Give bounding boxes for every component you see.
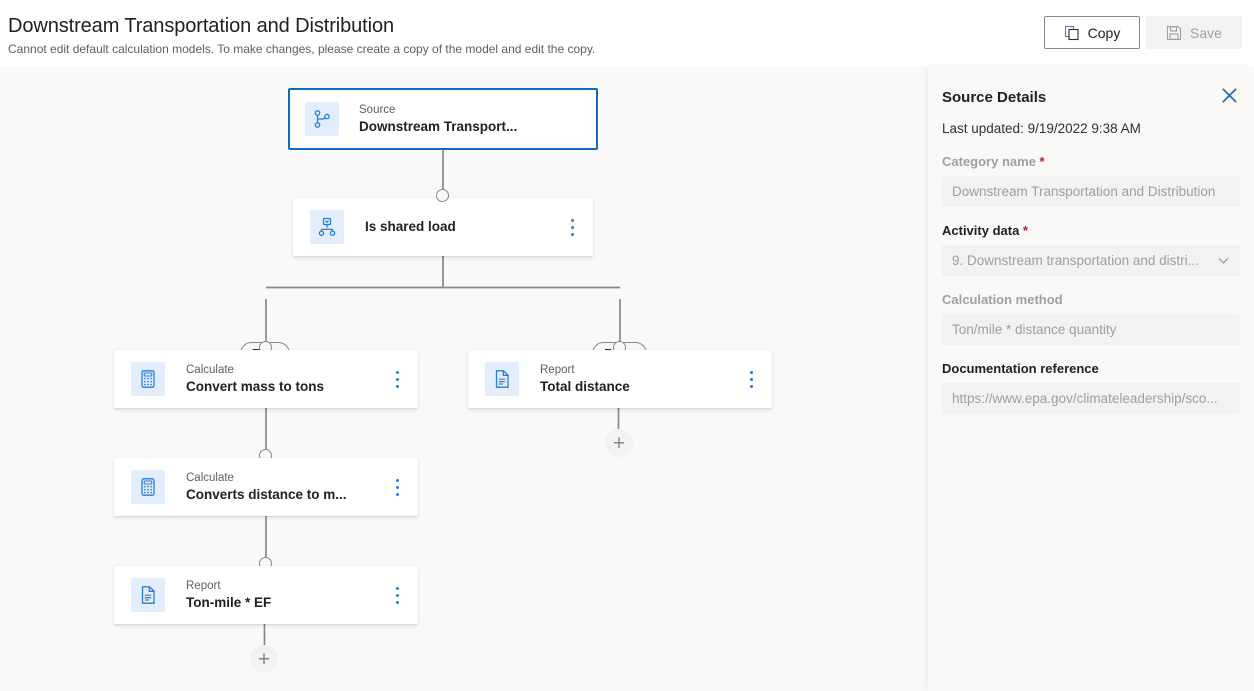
node-total-distance-type: Report bbox=[540, 363, 575, 376]
category-name-input[interactable]: Downstream Transportation and Distributi… bbox=[942, 176, 1240, 207]
calculation-method-value: Ton/mile * distance quantity bbox=[952, 322, 1117, 337]
field-documentation-reference: Documentation reference https://www.epa.… bbox=[942, 360, 1240, 414]
page-title: Downstream Transportation and Distributi… bbox=[8, 15, 394, 37]
node-convert-mass-to-tons-name: Convert mass to tons bbox=[186, 378, 325, 394]
flow-canvas[interactable]: Source Downstream Transport... Is shared… bbox=[0, 66, 928, 691]
header-text-group: Downstream Transportation and Distributi… bbox=[8, 13, 595, 57]
category-name-value: Downstream Transportation and Distributi… bbox=[952, 184, 1216, 199]
plus-icon: + bbox=[257, 647, 271, 671]
field-category-name-label: Category name * bbox=[942, 153, 1240, 171]
decision-icon bbox=[310, 210, 344, 244]
field-category-name-label-text: Category name bbox=[942, 154, 1036, 169]
node-is-shared-load-name: Is shared load bbox=[365, 219, 456, 234]
overflow-menu-icon bbox=[570, 217, 574, 238]
node-convert-mass-to-tons-body: Calculate Convert mass to tons bbox=[186, 363, 384, 396]
close-panel-button[interactable] bbox=[1216, 85, 1242, 111]
panel-title: Source Details bbox=[942, 89, 1047, 106]
node-total-distance-name: Total distance bbox=[540, 378, 630, 394]
plus-icon: + bbox=[612, 431, 626, 455]
required-asterisk: * bbox=[1035, 154, 1045, 169]
activity-data-dropdown[interactable]: 9. Downstream transportation and distri.… bbox=[942, 245, 1240, 276]
field-calculation-method: Calculation method Ton/mile * distance q… bbox=[942, 291, 1240, 345]
save-button[interactable]: Save bbox=[1146, 16, 1242, 49]
source-details-panel: Source Details Last updated: 9/19/2022 9… bbox=[928, 66, 1254, 691]
close-icon bbox=[1221, 87, 1238, 109]
calculator-icon bbox=[131, 362, 165, 396]
copy-button[interactable]: Copy bbox=[1044, 16, 1140, 49]
connector-ring-is-shared-load[interactable] bbox=[436, 189, 449, 202]
save-button-label: Save bbox=[1190, 24, 1222, 41]
node-source-type: Source bbox=[359, 103, 396, 116]
node-ton-mile-ef-type: Report bbox=[186, 579, 221, 592]
node-total-distance-menu-button[interactable] bbox=[738, 350, 764, 408]
node-converts-distance-to-miles[interactable]: Calculate Converts distance to m... bbox=[114, 458, 418, 516]
node-source-name: Downstream Transport... bbox=[359, 118, 518, 134]
node-is-shared-load[interactable]: Is shared load bbox=[293, 198, 593, 256]
page-subtitle: Cannot edit default calculation models. … bbox=[8, 42, 596, 56]
field-documentation-reference-label: Documentation reference bbox=[942, 361, 1099, 376]
chevron-down-icon bbox=[1217, 254, 1230, 267]
node-source[interactable]: Source Downstream Transport... bbox=[288, 88, 598, 150]
node-source-body: Source Downstream Transport... bbox=[359, 103, 596, 136]
node-converts-distance-to-miles-name: Converts distance to m... bbox=[186, 486, 347, 502]
calculation-method-input[interactable]: Ton/mile * distance quantity bbox=[942, 314, 1240, 345]
app-header: Downstream Transportation and Distributi… bbox=[0, 0, 1254, 66]
copy-button-label: Copy bbox=[1087, 24, 1121, 41]
activity-data-value: 9. Downstream transportation and distri.… bbox=[952, 253, 1199, 268]
overflow-menu-icon bbox=[395, 477, 399, 498]
branch-icon bbox=[305, 102, 339, 136]
field-activity-data-label-text: Activity data bbox=[942, 223, 1020, 238]
node-ton-mile-ef-body: Report Ton-mile * EF bbox=[186, 579, 384, 612]
node-total-distance[interactable]: Report Total distance bbox=[468, 350, 772, 408]
copy-icon bbox=[1064, 25, 1080, 41]
node-ton-mile-ef[interactable]: Report Ton-mile * EF bbox=[114, 566, 418, 624]
node-is-shared-load-body: Is shared load bbox=[365, 218, 559, 236]
node-convert-mass-to-tons-menu-button[interactable] bbox=[384, 350, 410, 408]
field-activity-data-label: Activity data * bbox=[942, 222, 1240, 240]
calculator-icon bbox=[131, 470, 165, 504]
field-activity-data: Activity data * 9. Downstream transporta… bbox=[942, 222, 1240, 276]
document-icon bbox=[485, 362, 519, 396]
document-icon bbox=[131, 578, 165, 612]
node-converts-distance-to-miles-menu-button[interactable] bbox=[384, 458, 410, 516]
overflow-menu-icon bbox=[395, 369, 399, 390]
panel-header: Source Details bbox=[942, 88, 1240, 111]
node-convert-mass-to-tons-type: Calculate bbox=[186, 363, 234, 376]
required-asterisk: * bbox=[1019, 223, 1028, 238]
node-ton-mile-ef-name: Ton-mile * EF bbox=[186, 594, 272, 610]
node-ton-mile-ef-menu-button[interactable] bbox=[384, 566, 410, 624]
documentation-reference-value: https://www.epa.gov/climateleadership/sc… bbox=[952, 391, 1218, 406]
add-step-button-false-branch[interactable]: + bbox=[605, 429, 633, 457]
node-converts-distance-to-miles-body: Calculate Converts distance to m... bbox=[186, 471, 384, 504]
node-convert-mass-to-tons[interactable]: Calculate Convert mass to tons bbox=[114, 350, 418, 408]
node-converts-distance-to-miles-type: Calculate bbox=[186, 471, 234, 484]
field-calculation-method-label: Calculation method bbox=[942, 292, 1063, 307]
overflow-menu-icon bbox=[749, 369, 753, 390]
save-icon bbox=[1166, 25, 1182, 41]
add-step-button-true-branch[interactable]: + bbox=[250, 645, 278, 673]
last-updated-text: Last updated: 9/19/2022 9:38 AM bbox=[942, 121, 1141, 136]
documentation-reference-input[interactable]: https://www.epa.gov/climateleadership/sc… bbox=[942, 383, 1240, 414]
overflow-menu-icon bbox=[395, 585, 399, 606]
field-category-name: Category name * Downstream Transportatio… bbox=[942, 153, 1240, 207]
header-action-bar: Copy Save bbox=[1044, 16, 1242, 49]
node-total-distance-body: Report Total distance bbox=[540, 363, 738, 396]
node-is-shared-load-menu-button[interactable] bbox=[559, 198, 585, 256]
